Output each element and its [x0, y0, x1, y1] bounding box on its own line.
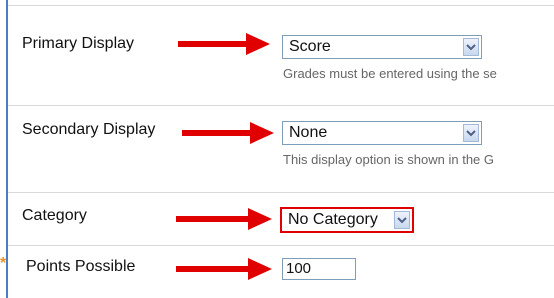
chevron-down-icon[interactable] [394, 211, 410, 229]
row-divider [8, 192, 554, 193]
points-possible-label: Points Possible [26, 258, 136, 275]
chevron-down-icon[interactable] [463, 38, 479, 56]
secondary-display-help: This display option is shown in the G [283, 152, 494, 167]
category-label: Category [22, 207, 87, 224]
secondary-display-value: None [289, 124, 328, 141]
chevron-down-icon[interactable] [463, 124, 479, 142]
frame-border [6, 0, 8, 298]
primary-display-help: Grades must be entered using the se [283, 66, 497, 81]
primary-display-select[interactable]: Score [282, 35, 482, 59]
row-divider [8, 5, 554, 6]
red-arrow-icon [176, 208, 272, 230]
red-arrow-icon [182, 122, 274, 144]
red-arrow-icon [176, 258, 272, 280]
row-divider [8, 105, 554, 106]
category-select[interactable]: No Category [280, 207, 414, 233]
category-value: No Category [288, 211, 378, 228]
secondary-display-label: Secondary Display [22, 121, 156, 138]
row-divider [8, 245, 554, 246]
primary-display-value: Score [289, 38, 331, 55]
points-possible-input[interactable]: 100 [282, 258, 356, 280]
red-arrow-icon [178, 33, 270, 55]
required-star-icon: * [0, 255, 7, 272]
secondary-display-select[interactable]: None [282, 121, 482, 145]
primary-display-label: Primary Display [22, 35, 135, 52]
